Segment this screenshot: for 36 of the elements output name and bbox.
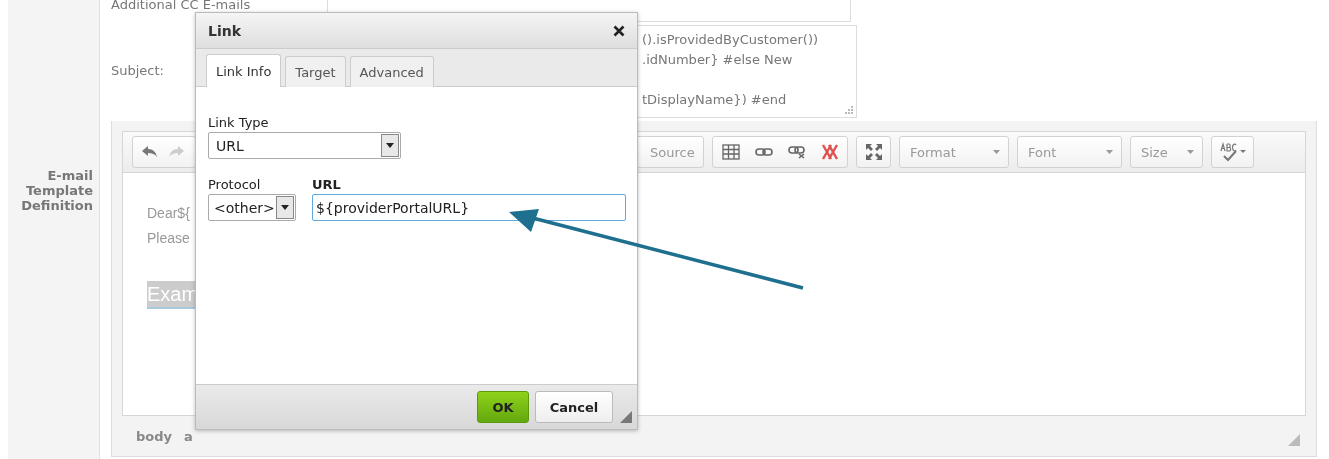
subject-text-line: ().isProvidedByCustomer()) (642, 31, 819, 49)
field-label: Link Type (208, 115, 270, 130)
resize-grip-icon[interactable] (844, 105, 854, 115)
link-type-select[interactable]: URL (208, 132, 401, 159)
cancel-button[interactable]: Cancel (535, 391, 613, 423)
link-icon[interactable] (754, 147, 773, 157)
subject-text-line: tDisplayName}) #end (642, 91, 787, 109)
undo-icon[interactable] (141, 145, 159, 159)
field-label: Subject: (111, 63, 165, 78)
caret-icon (1106, 150, 1113, 154)
dialog-title: Link (208, 22, 241, 39)
ok-button[interactable]: OK (477, 391, 529, 423)
caret-icon (386, 143, 394, 148)
caret-icon (281, 205, 289, 210)
editor-text-line: Please (147, 229, 190, 248)
dialog-tab[interactable]: Advanced (349, 56, 434, 87)
url-input[interactable]: ${providerPortalURL} (312, 194, 626, 221)
field-label: URL (312, 177, 342, 192)
maximize-icon[interactable] (864, 143, 883, 161)
dialog-tab[interactable]: Link Info (206, 54, 282, 87)
resize-grip-icon[interactable] (1288, 434, 1300, 446)
table-icon[interactable] (721, 144, 740, 160)
dialog-tab[interactable]: Target (285, 56, 346, 87)
spellcheck-icon[interactable] (1218, 142, 1247, 162)
remove-format-icon[interactable] (820, 144, 839, 160)
field-label: Additional CC E-mails (111, 0, 252, 12)
section-label: E-mail Template Definition (20, 168, 94, 213)
unlink-icon[interactable] (787, 145, 806, 159)
protocol-select[interactable]: <other> (208, 194, 296, 221)
resize-grip-icon[interactable] (620, 411, 632, 423)
field-label: Protocol (208, 177, 262, 192)
caret-icon (993, 150, 1000, 154)
editor-text-line: Dear${ (147, 204, 190, 223)
close-icon[interactable] (613, 24, 625, 37)
caret-icon (1187, 150, 1194, 154)
subject-text-line: .idNumber} #else New (642, 51, 793, 69)
